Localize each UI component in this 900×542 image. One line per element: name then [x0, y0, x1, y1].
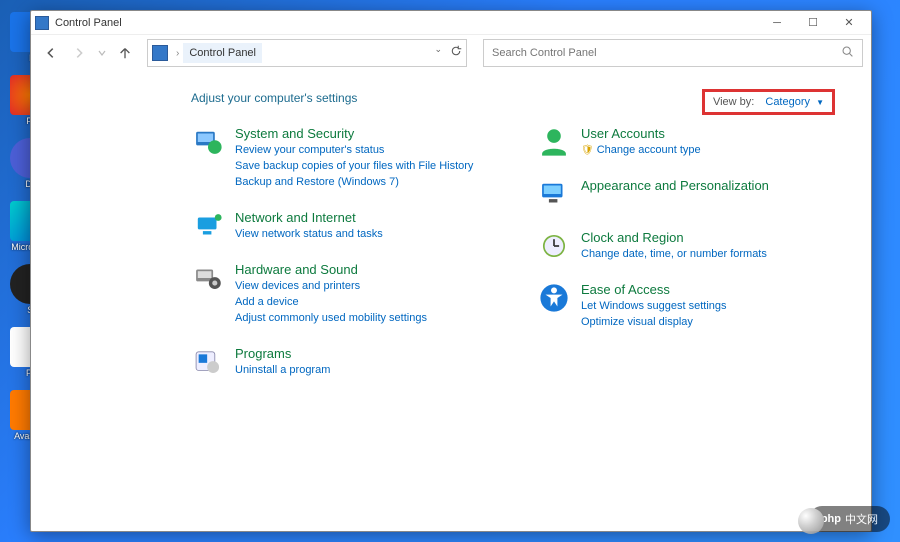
category-columns: System and Security Review your computer… [191, 125, 843, 397]
appearance-icon [537, 177, 571, 211]
user-accounts-icon [537, 125, 571, 159]
titlebar: Control Panel ─ ☐ ✕ [31, 11, 871, 35]
recent-locations-dropdown[interactable] [95, 41, 109, 65]
category-link[interactable]: Review your computer's status [235, 143, 497, 159]
content-area: Adjust your computer's settings View by:… [31, 77, 871, 531]
address-icon [152, 45, 168, 61]
programs-icon [191, 345, 225, 379]
category-title[interactable]: Clock and Region [581, 230, 684, 245]
ease-of-access-icon [537, 281, 571, 315]
search-icon[interactable] [841, 45, 854, 61]
watermark-ball-icon [798, 508, 824, 534]
category-clock-region: Clock and Region Change date, time, or n… [537, 229, 843, 263]
search-input[interactable] [492, 47, 841, 59]
category-programs: Programs Uninstall a program [191, 345, 497, 379]
category-link[interactable]: View devices and printers [235, 279, 497, 295]
clock-icon [537, 229, 571, 263]
category-link[interactable]: Save backup copies of your files with Fi… [235, 159, 497, 175]
category-system-security: System and Security Review your computer… [191, 125, 497, 191]
category-title[interactable]: Ease of Access [581, 282, 670, 297]
maximize-button[interactable]: ☐ [795, 12, 831, 34]
view-by-label: View by: [713, 96, 754, 108]
breadcrumb-segment[interactable]: Control Panel [183, 43, 262, 63]
dropdown-caret-icon: ▼ [816, 98, 824, 107]
right-column: User Accounts 🛡Change account type Appea… [537, 125, 843, 397]
watermark: php 中文网 [809, 506, 890, 532]
category-link[interactable]: View network status and tasks [235, 227, 497, 243]
left-column: System and Security Review your computer… [191, 125, 497, 397]
address-dropdown-icon[interactable]: ⌄ [434, 44, 442, 62]
category-user-accounts: User Accounts 🛡Change account type [537, 125, 843, 159]
category-link[interactable]: Optimize visual display [581, 315, 843, 331]
network-icon [191, 209, 225, 243]
nav-forward-button[interactable] [67, 41, 91, 65]
shield-icon: 🛡 [581, 144, 594, 159]
view-by-value[interactable]: Category [765, 96, 810, 108]
minimize-button[interactable]: ─ [759, 12, 795, 34]
category-title[interactable]: System and Security [235, 126, 354, 141]
category-link[interactable]: Uninstall a program [235, 363, 497, 379]
category-title[interactable]: Programs [235, 346, 291, 361]
category-network: Network and Internet View network status… [191, 209, 497, 243]
toolbar: › Control Panel ⌄ [31, 35, 871, 77]
category-link[interactable]: Let Windows suggest settings [581, 299, 843, 315]
category-ease-of-access: Ease of Access Let Windows suggest setti… [537, 281, 843, 331]
category-link[interactable]: Backup and Restore (Windows 7) [235, 175, 497, 191]
system-security-icon [191, 125, 225, 159]
category-hardware: Hardware and Sound View devices and prin… [191, 261, 497, 327]
close-button[interactable]: ✕ [831, 12, 867, 34]
search-box[interactable] [483, 39, 863, 67]
category-link[interactable]: 🛡Change account type [581, 143, 843, 159]
watermark-text: 中文网 [845, 511, 878, 527]
nav-up-button[interactable] [113, 41, 137, 65]
category-title[interactable]: User Accounts [581, 126, 665, 141]
category-title[interactable]: Appearance and Personalization [581, 178, 769, 193]
control-panel-window: Control Panel ─ ☐ ✕ › Control Panel ⌄ [30, 10, 872, 532]
hardware-icon [191, 261, 225, 295]
category-title[interactable]: Network and Internet [235, 210, 356, 225]
category-link[interactable]: Add a device [235, 295, 497, 311]
category-link[interactable]: Adjust commonly used mobility settings [235, 311, 497, 327]
app-icon [35, 16, 49, 30]
category-title[interactable]: Hardware and Sound [235, 262, 358, 277]
window-title: Control Panel [55, 17, 122, 29]
address-bar[interactable]: › Control Panel ⌄ [147, 39, 467, 67]
category-appearance: Appearance and Personalization [537, 177, 843, 211]
nav-back-button[interactable] [39, 41, 63, 65]
breadcrumb-sep-icon: › [176, 48, 179, 59]
refresh-button[interactable] [450, 44, 462, 62]
view-by-control[interactable]: View by: Category ▼ [702, 89, 835, 115]
category-link-text: Change account type [597, 144, 701, 156]
category-link[interactable]: Change date, time, or number formats [581, 247, 843, 263]
